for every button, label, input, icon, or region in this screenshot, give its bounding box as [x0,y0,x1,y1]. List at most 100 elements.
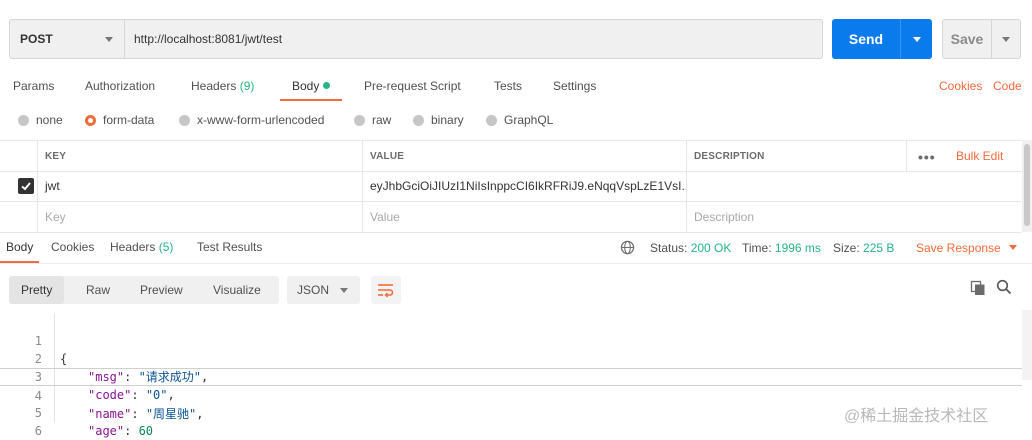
radio-x-www-form-urlencoded[interactable]: x-www-form-urlencoded [179,113,324,127]
radio-circle [413,114,424,126]
code-scrollbar[interactable] [1022,310,1032,380]
new-key-input[interactable]: Key [37,202,362,232]
chevron-down-icon [912,36,921,42]
status-meta: Status: 200 OK [650,241,731,255]
tab-label: Authorization [85,79,156,93]
param-key-cell[interactable]: jwt [37,171,362,201]
table-row: jwt eyJhbGciOiJIUzI1NiIsInppcCI6IkRFRiJ9… [0,171,1021,202]
radio-label: none [36,113,63,127]
radio-graphql[interactable]: GraphQL [486,113,553,127]
tab-label: Body [292,79,320,93]
tab-label: Test Results [197,240,263,254]
radio-label: binary [431,113,464,127]
globe-icon[interactable] [620,240,635,255]
scrollbar-thumb[interactable] [1024,144,1030,226]
new-value-input[interactable]: Value [362,202,686,232]
tab-body[interactable]: Body [280,73,343,101]
save-response-label: Save Response [916,241,1001,255]
radio-label: GraphQL [504,113,554,127]
radio-form-data[interactable]: form-data [85,113,154,127]
param-value-cell[interactable]: eyJhbGciOiJIUzI1NiIsInppcCI6IkRFRiJ9.eNq… [362,171,686,201]
tab-headers[interactable]: Headers (9) [191,73,254,101]
chevron-down-icon [105,36,113,42]
view-visualize[interactable]: Visualize [213,276,261,304]
tab-label: Body [6,240,34,254]
code-line-current: 4 "name": "周星驰", [0,368,1022,421]
tab-settings[interactable]: Settings [553,73,596,101]
code-line: 3 "code": "0", [0,350,1022,402]
radio-label: raw [372,113,392,127]
request-bar: POST http://localhost:8081/jwt/test [9,19,823,59]
search-icon[interactable] [996,279,1012,295]
save-options-button[interactable] [991,20,1020,58]
radio-circle [354,114,365,126]
tab-test-results[interactable]: Test Results [197,232,262,263]
format-select[interactable]: JSON [287,276,360,304]
size-label: Size: [833,241,860,255]
cookies-link[interactable]: Cookies [939,79,982,93]
tab-label: Tests [494,79,523,93]
more-dots-icon[interactable]: ••• [918,149,936,165]
bulk-edit-link[interactable]: Bulk Edit [956,149,1003,163]
tab-response-headers[interactable]: Headers (5) [110,232,173,263]
tab-count: (9) [239,79,255,93]
radio-circle [18,114,29,126]
watermark: @稀土掘金技术社区 [844,408,989,425]
code-link[interactable]: Code [993,79,1022,93]
send-button-group: Send [832,19,932,59]
tab-response-cookies[interactable]: Cookies [51,232,94,263]
chevron-down-icon [1008,245,1017,250]
size-meta: Size: 225 B [833,241,894,255]
params-table: KEY VALUE DESCRIPTION ••• Bulk Edit jwt … [0,140,1021,233]
url-text: http://localhost:8081/jwt/test [134,32,283,46]
tab-label: Pre-request Script [364,79,461,93]
code-line: 1 { [0,314,1022,366]
tab-pre-request-script[interactable]: Pre-request Script [364,73,461,101]
json-value: 60 [138,424,154,438]
send-button[interactable]: Send [832,19,900,59]
tab-label: Cookies [51,240,95,254]
view-raw[interactable]: Raw [86,276,110,304]
row-checkbox[interactable] [18,178,34,194]
tab-response-body[interactable]: Body [0,232,40,263]
format-label: JSON [297,283,330,297]
param-description-cell[interactable] [686,171,1021,201]
radio-circle [486,114,497,126]
radio-circle [179,114,190,126]
radio-raw[interactable]: raw [354,113,391,127]
view-mode-segment: Pretty Raw Preview Visualize [9,276,279,304]
checkmark-icon [21,182,31,191]
wrap-lines-button[interactable] [371,276,401,304]
radio-none[interactable]: none [18,113,63,127]
header-value: VALUE [362,141,686,171]
wrap-lines-icon [378,284,394,298]
size-value: 225 B [863,241,895,255]
method-select[interactable]: POST [9,19,124,59]
copy-icon[interactable] [970,280,986,296]
tab-label: Settings [553,79,597,93]
status-label: Status: [650,241,688,255]
time-meta: Time: 1996 ms [742,241,821,255]
radio-binary[interactable]: binary [413,113,464,127]
save-response-button[interactable]: Save Response [916,241,1017,255]
radio-label: form-data [103,113,155,127]
tab-tests[interactable]: Tests [494,73,522,101]
send-options-button[interactable] [900,19,932,59]
view-preview[interactable]: Preview [140,276,183,304]
request-tabs: Params Authorization Headers (9) Body Pr… [0,73,1032,101]
url-input[interactable]: http://localhost:8081/jwt/test [124,19,823,59]
tab-label: Params [13,79,55,93]
new-description-input[interactable]: Description [686,202,1021,232]
params-scrollbar[interactable] [1022,140,1032,232]
tab-authorization[interactable]: Authorization [85,73,155,101]
save-button-group: Save [942,19,1021,59]
line-number: 6 [34,424,42,438]
active-dot-icon [323,82,331,89]
save-button[interactable]: Save [943,20,991,58]
body-type-radios: none form-data x-www-form-urlencoded raw… [0,113,700,133]
tab-params[interactable]: Params [13,73,54,101]
header-description: DESCRIPTION [686,141,906,171]
time-label: Time: [742,241,772,255]
chevron-down-icon [1002,36,1010,42]
view-pretty[interactable]: Pretty [9,276,65,304]
